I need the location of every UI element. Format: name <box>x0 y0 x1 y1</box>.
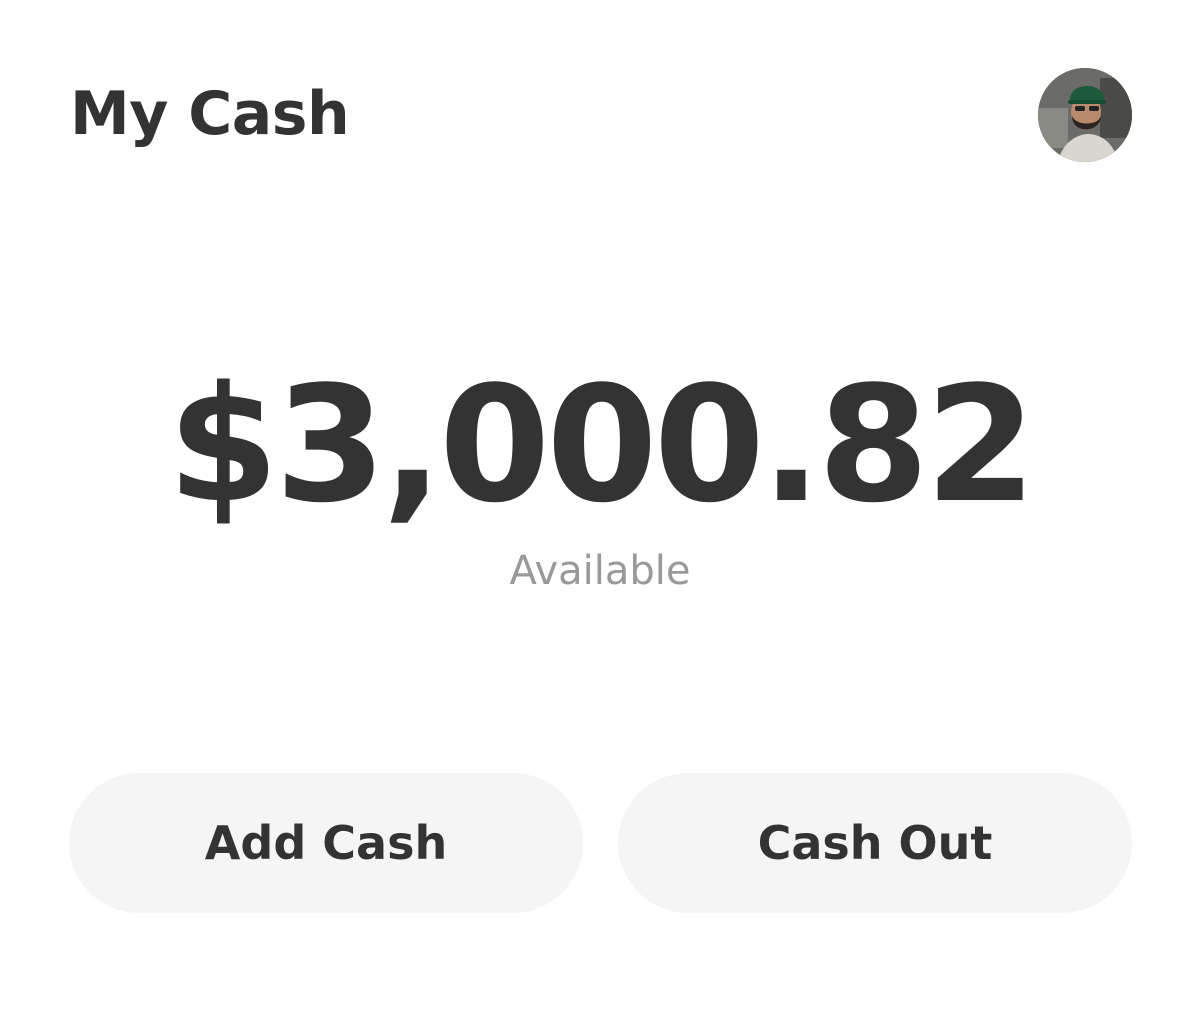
cash-out-button[interactable]: Cash Out <box>618 773 1132 913</box>
page-title: My Cash <box>70 79 350 149</box>
profile-avatar[interactable] <box>1038 68 1132 162</box>
balance-available-label: Available <box>509 548 691 594</box>
cash-balance-amount: $3,000.82 <box>167 351 1037 538</box>
my-cash-screen: My Cash $3,000.82 Available Add Cash Cas… <box>0 0 1200 1023</box>
user-avatar-photo-icon <box>1038 68 1132 162</box>
add-cash-button[interactable]: Add Cash <box>69 773 583 913</box>
